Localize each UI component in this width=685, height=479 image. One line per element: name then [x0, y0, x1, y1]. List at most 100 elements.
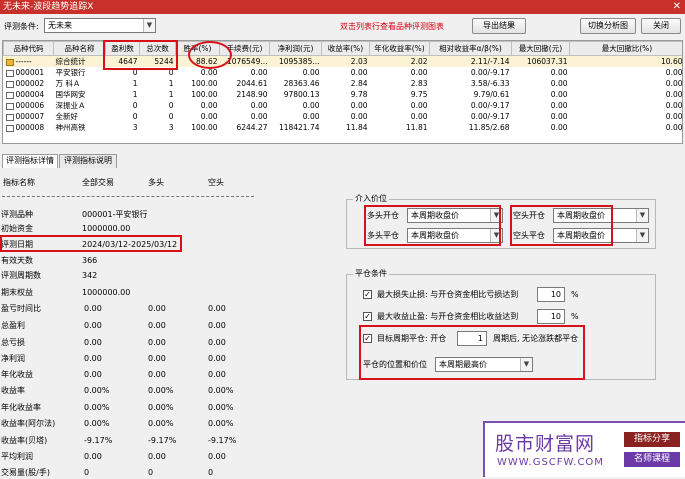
code-text: 000006 [15, 101, 45, 110]
tab-metrics-detail[interactable]: 评测指标详情 [2, 154, 58, 168]
document-icon [5, 124, 14, 132]
table-cell: 0.00 [550, 90, 568, 99]
tab-metrics-help[interactable]: 评测指标说明 [59, 154, 117, 168]
table-cell: 1 [132, 90, 138, 99]
table-cell: 0.00 [302, 101, 320, 110]
detail-value: 0.00 [84, 452, 102, 461]
detail-label: 期末权益 [1, 288, 33, 297]
detail-value: 0.00% [84, 386, 110, 395]
detail-value: 0.00% [148, 419, 174, 428]
chevron-down-icon[interactable]: ▼ [636, 209, 648, 222]
column-header[interactable]: 品种代码 [3, 41, 54, 56]
stop-loss-checkbox[interactable]: ✓ [363, 290, 372, 299]
table-cell: 2.02 [369, 55, 430, 67]
detail-value: 366 [82, 256, 98, 265]
detail-label: 评测周期数 [1, 271, 41, 280]
column-header[interactable]: 年化收益率(%) [369, 41, 430, 56]
detail-value: 0.00% [208, 403, 234, 412]
table-cell: 0.00 [302, 112, 320, 121]
table-cell: 0.00 [250, 101, 268, 110]
table-cell: 0 [132, 101, 138, 110]
condition-value: 无未来 [48, 21, 72, 30]
table-cell: 0.00 [350, 101, 368, 110]
table-row[interactable]: 000007 全新好 0 0 0.00 0.00 0.00 0.00 0.00 0.00/-9.1… [4, 111, 682, 122]
detail-value: 0.00 [84, 354, 102, 363]
table-cell: 神州高铁 [55, 123, 86, 132]
divider [2, 196, 254, 197]
detail-label: 总亏损 [1, 338, 25, 347]
highlight-test-date [0, 235, 182, 252]
table-cell: 0.00 [302, 68, 320, 77]
detail-row: 评测品种 000001-平安银行 [0, 208, 340, 221]
detail-label: 评测品种 [1, 210, 33, 219]
detail-value: 1000000.00 [82, 288, 131, 297]
table-cell: 0.00 [350, 68, 368, 77]
column-header[interactable]: 品种名称 [53, 41, 106, 56]
switch-chart-button[interactable]: 切换分析图 [580, 18, 636, 34]
table-cell: 2044.61 [236, 79, 268, 88]
detail-value: 0.00 [84, 321, 102, 330]
chevron-down-icon[interactable]: ▼ [143, 19, 155, 32]
table-cell: 100.00 [191, 90, 218, 99]
close-button[interactable]: 关闭 [641, 18, 681, 34]
table-row[interactable]: 000006 深振业Ａ 0 0 0.00 0.00 0.00 0.00 0.00 0.00/-9.… [4, 100, 682, 111]
column-header[interactable]: 净利润(元) [269, 41, 322, 56]
table-cell: 0 [168, 112, 174, 121]
condition-label: 评测条件: [4, 22, 39, 31]
detail-value: 0.00 [208, 304, 226, 313]
table-cell: 28363.46 [283, 79, 320, 88]
detail-value: 0.00 [84, 370, 102, 379]
table-row[interactable]: 000002 万 科Ａ 1 1 100.00 2044.61 28363.46 2.84 2.8… [4, 78, 682, 89]
entry-price-title: 介入价位 [353, 194, 389, 204]
detail-label: 年化收益 [1, 370, 33, 379]
column-header[interactable]: 收益率(%) [321, 41, 370, 56]
detail-label: 盈亏时间比 [1, 304, 41, 313]
detail-row: 评测周期数 342 [0, 269, 340, 282]
col-long: 多头 [148, 178, 164, 187]
table-cell: 0.00 [550, 79, 568, 88]
table-cell: 2.03 [321, 55, 370, 67]
table-row[interactable]: 000004 国华网安 1 1 100.00 2148.90 97800.13 9.78 9.7… [4, 89, 682, 100]
document-icon [5, 69, 14, 77]
detail-row: 年化收益率 0.00% 0.00% 0.00% [0, 401, 340, 414]
stop-loss-input[interactable]: 10 [537, 287, 565, 302]
table-row[interactable]: 000008 神州高铁 3 3 100.00 6244.27 118421.74 11.84 1… [4, 122, 683, 133]
stop-loss-label: 最大损失止损: 与开仓资金相比亏损达到 [377, 290, 519, 299]
table-cell: 1 [168, 90, 174, 99]
chevron-down-icon[interactable]: ▼ [636, 229, 648, 242]
detail-label: 收益率(贝塔) [1, 436, 48, 445]
table-cell: 0.00 [410, 112, 428, 121]
code-text: 000007 [15, 112, 45, 121]
close-window-icon[interactable]: ✕ [673, 0, 681, 14]
table-cell: 国华网安 [55, 90, 86, 99]
column-header[interactable]: 相对收益率α/β(%) [429, 41, 512, 56]
export-button[interactable]: 导出结果 [472, 18, 526, 34]
table-cell: 0.00 [250, 68, 268, 77]
col-name: 指标名称 [3, 178, 35, 187]
detail-value: 0.00 [208, 354, 226, 363]
detail-row: 盈亏时间比 0.00 0.00 0.00 [0, 302, 340, 315]
detail-label: 总盈利 [1, 321, 25, 330]
take-profit-label: 最大收益止盈: 与开仓资金相比收益达到 [377, 312, 519, 321]
table-cell: 118421.74 [278, 123, 320, 132]
table-cell: 97800.13 [283, 90, 320, 99]
table-cell: 3.58/-6.33 [470, 79, 510, 88]
column-header[interactable]: 最大回撤比(%) [569, 41, 682, 56]
detail-value: -9.17% [208, 436, 237, 445]
detail-value: 0.00 [84, 304, 102, 313]
table-cell: 综合统计 [53, 55, 106, 67]
detail-value: 0.00 [148, 338, 166, 347]
table-cell: 11.85/2.68 [468, 123, 510, 132]
column-header[interactable]: 最大回撤(元) [511, 41, 570, 56]
take-profit-input[interactable]: 10 [537, 309, 565, 324]
table-cell: 0.00/-9.17 [470, 68, 510, 77]
window-title: 无未来-波段趋势追踪X [3, 2, 94, 12]
detail-value: 0.00% [84, 419, 110, 428]
detail-label: 收益率(阿尔法) [1, 419, 56, 428]
detail-value: 0.00 [148, 354, 166, 363]
condition-select[interactable]: 无未来 ▼ [44, 18, 156, 33]
table-cell: 0.00/-9.17 [470, 112, 510, 121]
cell-code: 000004 [4, 89, 54, 100]
take-profit-checkbox[interactable]: ✓ [363, 312, 372, 321]
table-cell: 0.00 [665, 123, 683, 132]
